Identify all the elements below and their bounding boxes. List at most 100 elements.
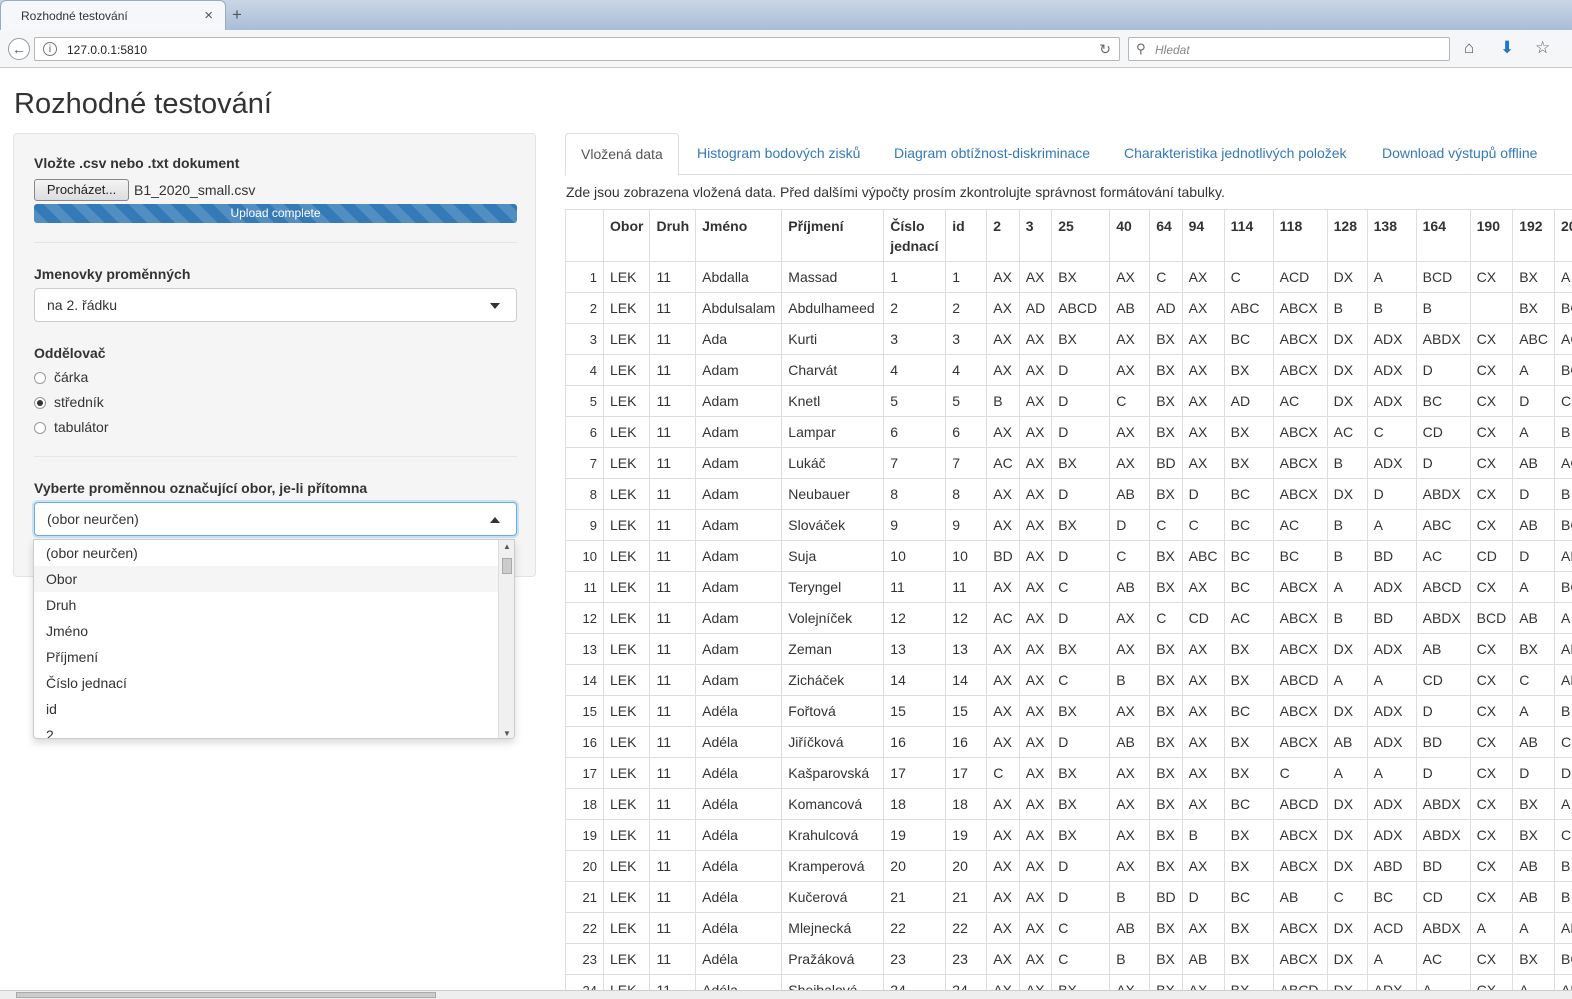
table-cell: DX bbox=[1326, 354, 1368, 386]
table-cell: 11 bbox=[649, 881, 697, 913]
table-cell: 16 bbox=[945, 726, 988, 758]
table-cell: CD bbox=[1415, 416, 1471, 448]
tab-vlozena-data[interactable]: Vložená data bbox=[565, 133, 679, 176]
dropdown-option[interactable]: Obor bbox=[34, 566, 498, 592]
table-cell: BX bbox=[1149, 757, 1183, 789]
dropdown-option[interactable]: 2 bbox=[34, 722, 498, 738]
header-select[interactable]: na 2. řádku bbox=[34, 288, 517, 322]
table-cell: AX bbox=[1018, 354, 1053, 386]
separator-radio-tab[interactable]: tabulátor bbox=[34, 419, 108, 435]
table-cell: AX bbox=[1181, 323, 1225, 355]
column-header[interactable]: 204 bbox=[1554, 209, 1572, 262]
dropdown-option[interactable]: (obor neurčen) bbox=[34, 540, 498, 566]
radio-label: tabulátor bbox=[54, 419, 109, 435]
bookmark-star-icon[interactable]: ☆ bbox=[1535, 38, 1550, 58]
column-header[interactable]: id bbox=[945, 209, 988, 262]
table-cell: ABCX bbox=[1272, 292, 1328, 324]
column-header[interactable]: 94 bbox=[1181, 209, 1225, 262]
column-header[interactable]: 138 bbox=[1366, 209, 1417, 262]
column-header[interactable]: Obor bbox=[602, 209, 651, 262]
column-header[interactable]: Číslo jednací bbox=[883, 209, 947, 262]
scroll-down-icon[interactable]: ▼ bbox=[503, 729, 511, 738]
download-icon[interactable]: ⬇ bbox=[1500, 38, 1514, 58]
radio-checked-icon[interactable] bbox=[34, 397, 46, 409]
column-header[interactable]: 164 bbox=[1415, 209, 1471, 262]
radio-icon[interactable] bbox=[34, 372, 46, 384]
table-cell: 7 bbox=[945, 447, 988, 479]
column-header[interactable]: 25 bbox=[1051, 209, 1111, 262]
tab-diagram[interactable]: Diagram obtížnost-diskriminace bbox=[879, 133, 1105, 175]
scrollbar-thumb[interactable] bbox=[502, 558, 512, 574]
table-cell: ABCD bbox=[1415, 571, 1471, 603]
table-cell: AX bbox=[1018, 478, 1053, 510]
column-header[interactable]: 192 bbox=[1512, 209, 1555, 262]
dropdown-option[interactable]: Druh bbox=[34, 592, 498, 618]
column-header[interactable]: Jméno bbox=[695, 209, 783, 262]
table-cell: Pražáková bbox=[781, 943, 885, 975]
column-header[interactable]: 190 bbox=[1469, 209, 1514, 262]
table-cell: AX bbox=[1181, 850, 1225, 882]
browse-button[interactable]: Procházet... bbox=[34, 179, 129, 201]
table-cell: A bbox=[1366, 943, 1417, 975]
table-cell: Massad bbox=[781, 261, 885, 293]
dropdown-option[interactable]: id bbox=[34, 696, 498, 722]
tab-histogram[interactable]: Histogram bodových zisků bbox=[682, 133, 875, 175]
table-cell: BX bbox=[1223, 354, 1274, 386]
browser-tab[interactable]: Rozhodné testování × bbox=[0, 0, 226, 30]
column-header[interactable]: 114 bbox=[1223, 209, 1274, 262]
column-header[interactable]: 64 bbox=[1149, 209, 1183, 262]
row-number: 3 bbox=[565, 323, 604, 355]
row-number: 11 bbox=[565, 571, 604, 603]
table-cell: Lukáč bbox=[781, 447, 885, 479]
back-arrow-icon[interactable]: ← bbox=[8, 38, 30, 60]
column-header[interactable]: 128 bbox=[1326, 209, 1368, 262]
new-tab-icon[interactable]: + bbox=[232, 5, 242, 25]
close-tab-icon[interactable]: × bbox=[204, 7, 213, 24]
column-header[interactable]: 40 bbox=[1109, 209, 1151, 262]
table-cell: CX bbox=[1469, 571, 1514, 603]
info-icon[interactable]: i bbox=[43, 42, 57, 56]
tab-download[interactable]: Download výstupů offline bbox=[1367, 133, 1552, 175]
table-cell: ABDX bbox=[1415, 478, 1471, 510]
scrollbar-thumb[interactable] bbox=[16, 992, 436, 998]
separator-radio-comma[interactable]: čárka bbox=[34, 369, 88, 385]
field-select[interactable]: (obor neurčen) bbox=[34, 502, 517, 536]
table-cell: B bbox=[1109, 664, 1151, 696]
column-header[interactable]: Druh bbox=[649, 209, 697, 262]
column-header[interactable]: 118 bbox=[1272, 209, 1328, 262]
table-cell: Adéla bbox=[695, 943, 783, 975]
dropdown-option[interactable]: Číslo jednací bbox=[34, 670, 498, 696]
table-cell: ABCX bbox=[1272, 354, 1328, 386]
reload-icon[interactable]: ↻ bbox=[1099, 41, 1111, 58]
dropdown-scrollbar[interactable]: ▲ ▼ bbox=[498, 540, 514, 738]
radio-icon[interactable] bbox=[34, 422, 46, 434]
table-cell: AX bbox=[986, 819, 1020, 851]
table-cell: A bbox=[1366, 509, 1417, 541]
table-cell: D bbox=[1512, 540, 1555, 572]
table-cell: LEK bbox=[602, 726, 651, 758]
column-header[interactable]: 2 bbox=[986, 209, 1020, 262]
home-icon[interactable]: ⌂ bbox=[1464, 38, 1474, 58]
table-cell: 10 bbox=[883, 540, 947, 572]
table-cell: BX bbox=[1149, 385, 1183, 417]
address-bar[interactable]: i 127.0.0.1:5810 ↻ bbox=[34, 37, 1120, 61]
column-header[interactable]: 3 bbox=[1018, 209, 1053, 262]
table-cell: BC bbox=[1366, 881, 1417, 913]
tab-charakteristika[interactable]: Charakteristika jednotlivých položek bbox=[1109, 133, 1362, 175]
column-header[interactable]: Příjmení bbox=[781, 209, 885, 262]
data-table-wrapper[interactable]: Obor Druh Jméno Příjmení Číslo jednací id 2 3 25 4… bbox=[565, 209, 1572, 999]
column-header[interactable] bbox=[565, 209, 604, 262]
table-cell: B bbox=[1326, 602, 1368, 634]
table-cell: BX bbox=[1051, 261, 1111, 293]
table-row: 1 LEK 11 Abdalla Massad 1 1 AX AX BX AX C AX C ACD DX A B… bbox=[565, 261, 1572, 293]
search-input[interactable]: ⚲ Hledat bbox=[1128, 37, 1450, 61]
table-cell: BX bbox=[1512, 819, 1555, 851]
row-number: 20 bbox=[565, 850, 604, 882]
dropdown-option[interactable]: Příjmení bbox=[34, 644, 498, 670]
separator-radio-semicolon[interactable]: středník bbox=[34, 394, 104, 410]
scroll-up-icon[interactable]: ▲ bbox=[503, 542, 511, 551]
table-cell: ABCD bbox=[1554, 912, 1572, 944]
field-select-value[interactable]: (obor neurčen) bbox=[47, 511, 139, 527]
horizontal-scrollbar[interactable] bbox=[0, 990, 1572, 999]
dropdown-option[interactable]: Jméno bbox=[34, 618, 498, 644]
